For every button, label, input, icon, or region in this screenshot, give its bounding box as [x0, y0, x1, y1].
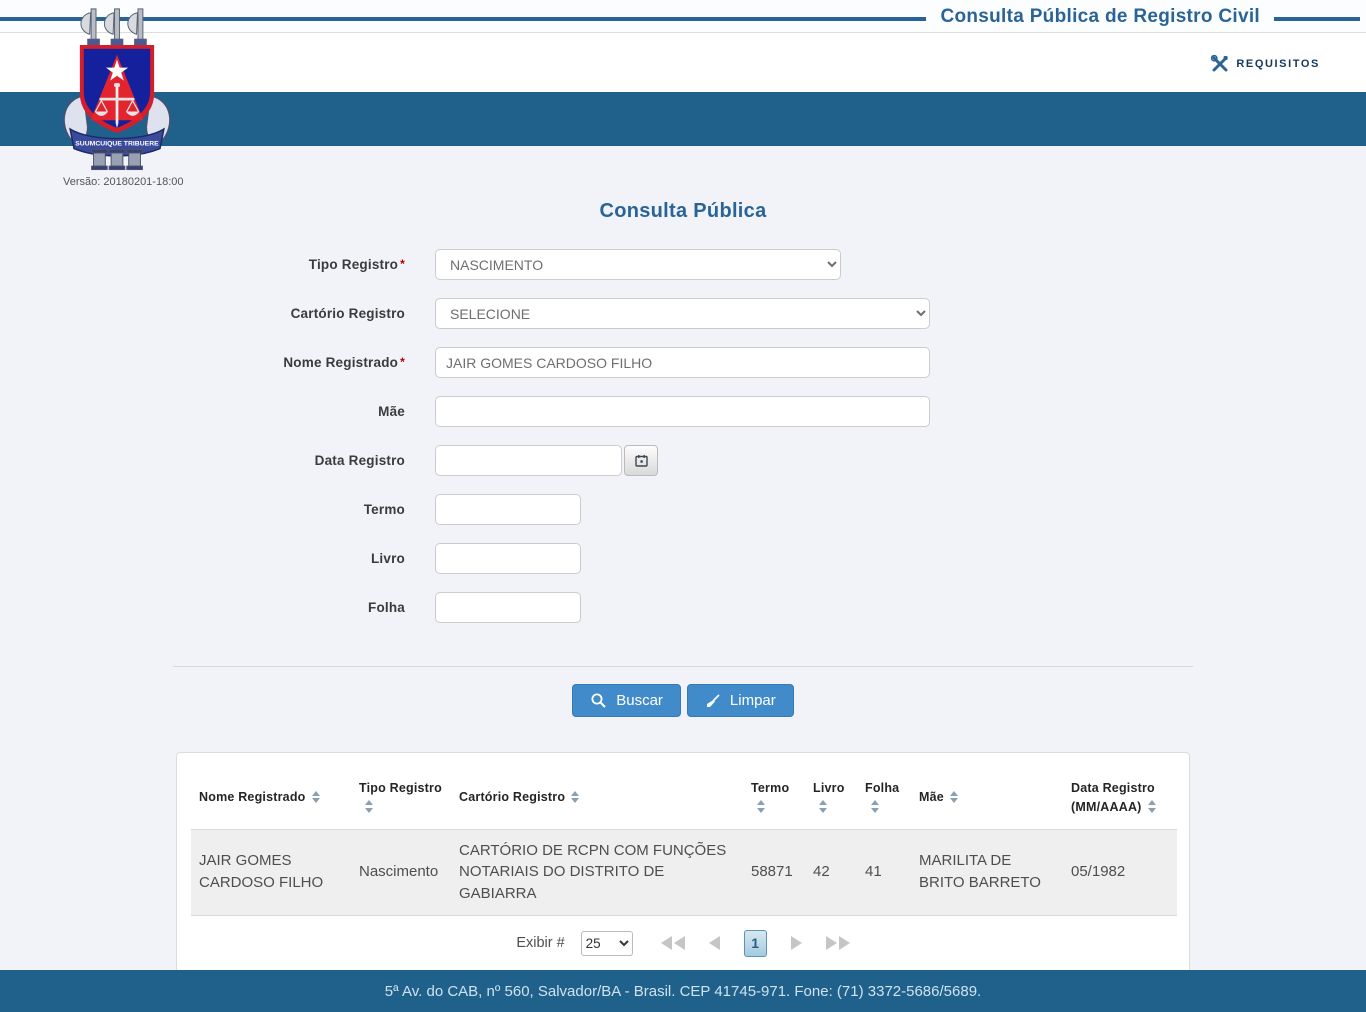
- app-title: Consulta Pública de Registro Civil: [926, 6, 1274, 28]
- page-1-button[interactable]: 1: [743, 929, 767, 957]
- buscar-button[interactable]: Buscar: [572, 684, 681, 717]
- broom-icon: [705, 693, 721, 709]
- sort-icon: [949, 790, 958, 804]
- nome-registrado-label: Nome Registrado *: [283, 355, 405, 370]
- calendar-icon: [634, 454, 648, 467]
- column-header-tipo-registro[interactable]: Tipo Registro: [351, 767, 451, 829]
- footer-address: 5ª Av. do CAB, nº 560, Salvador/BA - Bra…: [384, 982, 982, 1000]
- cell-termo: 58871: [743, 828, 805, 916]
- termo-label: Termo: [363, 502, 405, 517]
- column-header-data-registro[interactable]: Data Registro (MM/AAAA): [1063, 767, 1177, 829]
- required-asterisk: *: [400, 257, 405, 271]
- last-page-button[interactable]: [825, 936, 850, 951]
- exibir-label: Exibir #: [516, 935, 565, 952]
- calendar-button[interactable]: [624, 445, 658, 476]
- cell-livro: 42: [805, 828, 857, 916]
- axes: [80, 8, 147, 48]
- data-registro-label: Data Registro: [314, 453, 405, 468]
- column-header-termo[interactable]: Termo: [743, 767, 805, 829]
- mae-input[interactable]: [435, 396, 930, 427]
- termo-input[interactable]: [435, 494, 581, 525]
- next-page-button[interactable]: [790, 936, 802, 951]
- livro-label: Livro: [370, 551, 405, 566]
- column-header-folha[interactable]: Folha: [857, 767, 911, 829]
- search-icon: [590, 692, 607, 709]
- first-page-button[interactable]: [660, 936, 685, 951]
- sort-icon: [819, 800, 827, 813]
- logo-motto: SUUMCUIQUE TRIBUERE: [75, 141, 159, 148]
- sort-icon: [871, 800, 879, 813]
- pagination: Exibir # 25 1: [191, 916, 1175, 967]
- main-content: Consulta Pública Tipo Registro * NASCIMEN…: [0, 146, 1366, 978]
- column-header-nome-registrado[interactable]: Nome Registrado: [191, 767, 351, 829]
- sort-icon: [757, 800, 765, 813]
- page-size-select[interactable]: 25: [580, 930, 633, 956]
- column-header-livro[interactable]: Livro: [805, 767, 857, 829]
- sort-icon: [1147, 800, 1156, 813]
- folha-input[interactable]: [435, 592, 581, 623]
- top-strip: Consulta Pública de Registro Civil: [0, 0, 1366, 33]
- sort-icon: [571, 790, 580, 804]
- footer-bar: 5ª Av. do CAB, nº 560, Salvador/BA - Bra…: [0, 970, 1366, 1012]
- page-title: Consulta Pública: [599, 200, 767, 222]
- requisitos-link[interactable]: REQUISITOS: [1211, 54, 1320, 73]
- cartorio-registro-label: Cartório Registro: [290, 306, 405, 321]
- cartorio-registro-select[interactable]: SELECIONE: [435, 298, 930, 329]
- results-panel: Nome Registrado Tipo Registro Cartório R…: [176, 752, 1190, 978]
- required-asterisk: *: [400, 355, 405, 369]
- table-row: JAIR GOMES CARDOSO FILHO Nascimento CART…: [191, 828, 1177, 916]
- requisitos-label: REQUISITOS: [1236, 58, 1320, 70]
- previous-page-button[interactable]: [708, 936, 720, 951]
- version-text: Versão: 20180201-18:00: [63, 176, 184, 188]
- data-registro-input[interactable]: [435, 445, 622, 476]
- tools-icon: [1211, 54, 1229, 73]
- livro-input[interactable]: [435, 543, 581, 574]
- mae-label: Mãe: [378, 404, 405, 419]
- cell-cartorio-registro: CARTÓRIO DE RCPN COM FUNÇÕES NOTARIAIS D…: [451, 828, 743, 916]
- tj-ba-logo: SUUMCUIQUE TRIBUERE: [58, 4, 176, 177]
- secondary-bar: REQUISITOS: [0, 33, 1366, 92]
- header-band: [0, 92, 1366, 146]
- results-table: Nome Registrado Tipo Registro Cartório R…: [191, 767, 1177, 916]
- column-header-cartorio-registro[interactable]: Cartório Registro: [451, 767, 743, 829]
- tipo-registro-label: Tipo Registro *: [308, 257, 405, 272]
- tipo-registro-select[interactable]: NASCIMENTO: [435, 249, 841, 280]
- limpar-button[interactable]: Limpar: [686, 684, 794, 717]
- cell-mae: MARILITA DE BRITO BARRETO: [911, 828, 1063, 916]
- form-divider: [173, 666, 1193, 667]
- column-header-mae[interactable]: Mãe: [911, 767, 1063, 829]
- sort-icon: [365, 800, 373, 813]
- cell-nome-registrado: JAIR GOMES CARDOSO FILHO: [191, 828, 351, 916]
- cell-data-registro: 05/1982: [1063, 828, 1177, 916]
- sort-icon: [311, 790, 320, 804]
- cell-folha: 41: [857, 828, 911, 916]
- nome-registrado-input[interactable]: [435, 347, 930, 378]
- cell-tipo-registro: Nascimento: [351, 828, 451, 916]
- folha-label: Folha: [368, 600, 405, 615]
